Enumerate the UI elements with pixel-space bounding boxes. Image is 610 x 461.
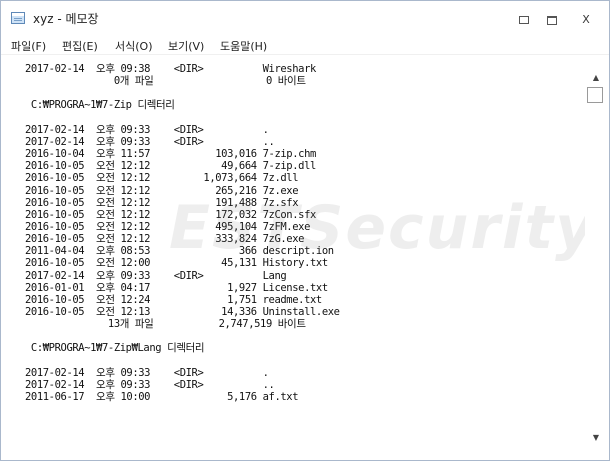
minimize-button[interactable] [509, 10, 539, 30]
text-line: 2016-10-05 오전 12:12 49,664 7-zip.dll [25, 160, 316, 173]
text-line: 2016-10-05 오전 12:12 191,488 7z.sfx [25, 196, 299, 209]
text-line: 2017-02-14 오후 09:33 <DIR> .. [25, 135, 275, 148]
vertical-scrollbar[interactable]: ▲ ▼ [585, 63, 607, 459]
menu-format[interactable]: 서식(O) [115, 38, 152, 54]
menu-help[interactable]: 도움말(H) [220, 38, 267, 54]
text-line: 2017-02-14 오후 09:33 <DIR> Lang [25, 269, 287, 282]
text-line: 2016-10-05 오전 12:12 333,824 7zG.exe [25, 233, 305, 246]
text-line: 2017-02-14 오후 09:33 <DIR> .. [25, 378, 275, 391]
scroll-thumb[interactable] [587, 87, 603, 103]
scroll-up-icon[interactable]: ▲ [591, 73, 601, 83]
text-line: 2016-10-05 오전 12:13 14,336 Uninstall.exe [25, 306, 340, 318]
text-line: 2016-10-05 오전 12:12 172,032 7zCon.sfx [25, 208, 316, 221]
scroll-down-icon[interactable]: ▼ [591, 433, 601, 443]
text-line: 2011-04-04 오후 08:53 366 descript.ion [25, 245, 334, 258]
text-line: 2016-01-01 오후 04:17 1,927 License.txt [25, 281, 328, 294]
menu-file[interactable]: 파일(F) [11, 38, 46, 54]
text-line: 0개 파일 0 바이트 [25, 75, 306, 88]
text-editor-area[interactable]: 2017-02-14 오후 09:38 <DIR> Wireshark 0개 파… [25, 63, 573, 459]
notepad-window: xyz - 메모장 X 파일(F) 편집(E) 서식(O) 보기(V) 도움말(… [0, 0, 610, 461]
menu-bar: 파일(F) 편집(E) 서식(O) 보기(V) 도움말(H) [1, 35, 609, 55]
minimize-icon [519, 16, 529, 24]
menu-edit[interactable]: 편집(E) [62, 38, 98, 54]
text-line: C:₩PROGRA~1₩7-Zip₩Lang 디렉터리 [25, 342, 205, 355]
window-title: xyz - 메모장 [33, 12, 99, 26]
text-line: 13개 파일 2,747,519 바이트 [25, 318, 306, 331]
text-line: 2016-10-05 오전 12:12 495,104 7zFM.exe [25, 220, 310, 233]
text-line: 2017-02-14 오후 09:33 <DIR> . [25, 123, 269, 136]
maximize-button[interactable] [537, 10, 567, 30]
text-line: 2017-02-14 오후 09:38 <DIR> Wireshark [25, 63, 316, 75]
notepad-icon [11, 12, 25, 24]
close-icon: X [582, 13, 590, 26]
menu-view[interactable]: 보기(V) [168, 38, 204, 54]
close-button[interactable]: X [569, 10, 603, 30]
text-line: 2016-10-04 오후 11:57 103,016 7-zip.chm [25, 148, 316, 161]
text-line: 2016-10-05 오전 12:12 265,216 7z.exe [25, 184, 299, 197]
title-bar[interactable]: xyz - 메모장 X [1, 1, 609, 35]
text-line: C:₩PROGRA~1₩7-Zip 디렉터리 [25, 99, 175, 112]
text-line: 2016-10-05 오전 12:00 45,131 History.txt [25, 257, 328, 270]
text-line: 2016-10-05 오전 12:12 1,073,664 7z.dll [25, 172, 299, 185]
text-line: 2017-02-14 오후 09:33 <DIR> . [25, 366, 269, 379]
text-line: 2016-10-05 오전 12:24 1,751 readme.txt [25, 293, 322, 306]
maximize-icon [547, 15, 557, 25]
text-line: 2011-06-17 오후 10:00 5,176 af.txt [25, 391, 299, 404]
